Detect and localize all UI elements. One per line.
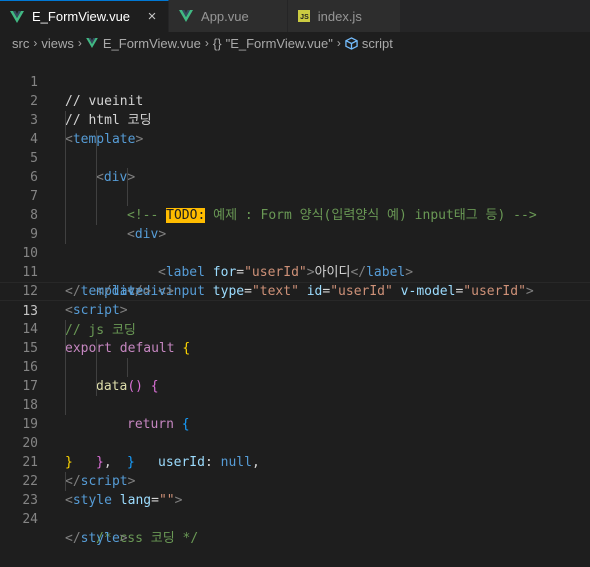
indent-guide bbox=[96, 149, 97, 168]
code-line-current: 13 // js 코딩 bbox=[0, 282, 590, 338]
vue-icon bbox=[86, 38, 98, 48]
code-token: style bbox=[80, 531, 120, 546]
chevron-right-icon: › bbox=[336, 36, 341, 50]
breadcrumb-file[interactable]: E_FormView.vue bbox=[103, 36, 201, 51]
vue-icon bbox=[179, 10, 194, 22]
line-number: 24 bbox=[22, 512, 38, 527]
code-line: 22 <style lang=""> bbox=[0, 453, 590, 508]
code-line: 18 } bbox=[0, 377, 590, 470]
indent-guide bbox=[65, 358, 66, 377]
tab-app-vue[interactable]: App.vue bbox=[169, 0, 288, 32]
indent-guide bbox=[65, 168, 66, 187]
tab-label: App.vue bbox=[201, 8, 249, 24]
vue-icon bbox=[10, 10, 24, 23]
chevron-right-icon: › bbox=[77, 36, 82, 50]
indent-guide bbox=[65, 396, 66, 415]
indent-guide bbox=[96, 206, 97, 225]
indent-guide bbox=[127, 187, 128, 206]
tab-label: E_FormView.vue bbox=[32, 9, 131, 24]
code-line: 11 </template> bbox=[0, 244, 590, 299]
code-editor[interactable]: 1 // vueinit 2 // html 코딩 3 <template> 4… bbox=[0, 54, 590, 546]
code-line: 14 export default { bbox=[0, 301, 590, 356]
chevron-right-icon: › bbox=[204, 36, 209, 50]
code-line: 9 </div> bbox=[0, 206, 590, 299]
indent-guide bbox=[65, 377, 66, 396]
indent-guide bbox=[65, 206, 66, 225]
code-token: </ bbox=[65, 531, 81, 546]
code-line: 12 <script> bbox=[0, 263, 590, 318]
breadcrumb-section[interactable]: script bbox=[362, 36, 393, 51]
code-line: 4 <div> bbox=[0, 111, 590, 185]
tab-e-formview[interactable]: E_FormView.vue × bbox=[0, 0, 170, 32]
code-line: 21 </script> bbox=[0, 434, 590, 489]
breadcrumb-component[interactable]: "E_FormView.vue" bbox=[226, 36, 333, 51]
braces-icon: {} bbox=[212, 35, 222, 51]
code-line: 10 </div> bbox=[0, 225, 590, 299]
indent-guide bbox=[65, 149, 66, 168]
indent-guide bbox=[65, 320, 66, 339]
indent-guide bbox=[96, 168, 97, 187]
code-line: 19 }, bbox=[0, 396, 590, 470]
indent-guide bbox=[65, 339, 66, 358]
indent-guide bbox=[96, 377, 97, 396]
breadcrumb: src › views › E_FormView.vue › {} "E_For… bbox=[0, 32, 590, 54]
chevron-right-icon: › bbox=[33, 36, 38, 50]
code-line: 17 userId: null, bbox=[0, 358, 590, 470]
code-line: 24 </style> bbox=[0, 491, 590, 546]
js-icon: JS bbox=[297, 10, 310, 22]
breadcrumb-views[interactable]: views bbox=[41, 36, 74, 51]
indent-guide bbox=[96, 358, 97, 377]
tab-label: index.js bbox=[317, 8, 362, 24]
code-line: 6 <div> bbox=[0, 149, 590, 242]
code-line: 8 <input type="text" id="userId" v-model… bbox=[0, 187, 590, 299]
indent-guide bbox=[96, 339, 97, 358]
tab-index-js[interactable]: JS index.js bbox=[287, 0, 401, 32]
indent-guide bbox=[96, 130, 97, 149]
code-line: 5 <!-- TODO: 예제 : Form 양식(입력양식 예) input태… bbox=[0, 130, 590, 223]
code-line: 15 data() { bbox=[0, 320, 590, 394]
indent-guide bbox=[65, 472, 66, 491]
code-line: 7 <label for="userId">아이디</label> bbox=[0, 168, 590, 280]
code-line: 3 <template> bbox=[0, 92, 590, 147]
indent-guide bbox=[96, 187, 97, 206]
code-line: 1 // vueinit bbox=[0, 54, 590, 109]
indent-guide bbox=[127, 358, 128, 377]
indent-guide bbox=[127, 168, 128, 187]
indent-guide bbox=[65, 130, 66, 149]
close-icon[interactable]: × bbox=[146, 8, 158, 25]
indent-guide bbox=[65, 111, 66, 130]
indent-guide bbox=[65, 187, 66, 206]
code-line: 23 /* css 코딩 */ bbox=[0, 472, 590, 546]
tab-bar: E_FormView.vue × App.vue JS index.js bbox=[0, 0, 590, 32]
indent-guide bbox=[65, 225, 66, 244]
code-line: 2 // html 코딩 bbox=[0, 73, 590, 128]
code-token: > bbox=[119, 531, 128, 546]
breadcrumb-src[interactable]: src bbox=[12, 36, 29, 51]
cube-icon bbox=[345, 36, 358, 50]
code-line: 20 } bbox=[0, 415, 590, 470]
code-line: 16 return { bbox=[0, 339, 590, 432]
